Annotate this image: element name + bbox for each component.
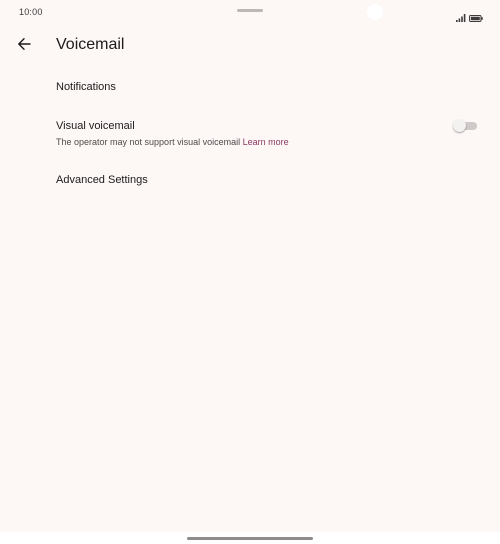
top-handle [237, 9, 263, 12]
app-bar: Voicemail [0, 28, 500, 64]
status-bar: 10:00 [0, 0, 500, 26]
visual-voicemail-label: Visual voicemail [56, 120, 135, 132]
visual-voicemail-summary-text: The operator may not support visual voic… [56, 137, 243, 147]
visual-voicemail-toggle[interactable] [453, 119, 477, 133]
signal-icon [456, 9, 466, 22]
status-time: 10:00 [19, 7, 43, 17]
page-title: Voicemail [56, 36, 125, 53]
visual-voicemail-item[interactable]: Visual voicemail The operator may not su… [0, 112, 500, 156]
camera-cutout [367, 4, 383, 20]
notifications-item[interactable]: Notifications [0, 72, 500, 104]
battery-icon [469, 9, 483, 22]
back-button[interactable] [10, 32, 38, 60]
advanced-settings-label: Advanced Settings [56, 174, 148, 186]
learn-more-link[interactable]: Learn more [243, 137, 289, 147]
toggle-thumb [453, 119, 466, 132]
visual-voicemail-summary: The operator may not support visual voic… [56, 137, 289, 147]
gesture-handle[interactable] [187, 537, 313, 540]
arrow-back-icon [17, 37, 31, 56]
navigation-bar [0, 532, 500, 544]
advanced-settings-item[interactable]: Advanced Settings [0, 166, 500, 198]
notifications-label: Notifications [56, 81, 116, 93]
